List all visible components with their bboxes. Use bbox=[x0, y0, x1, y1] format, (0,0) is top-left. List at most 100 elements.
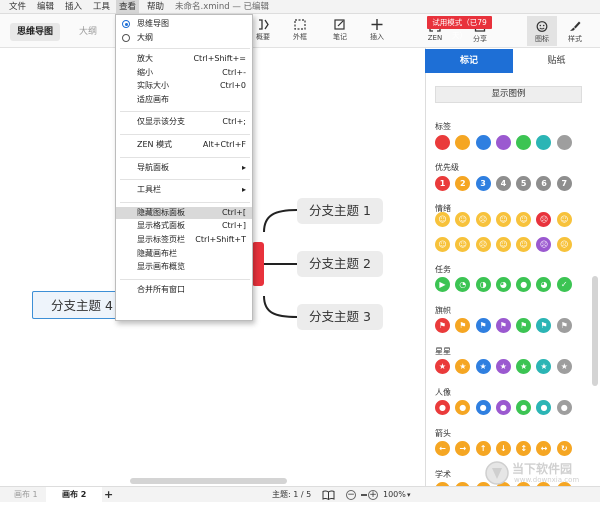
sheet-tab-2[interactable]: 画布 2 bbox=[46, 487, 103, 503]
view-menu-item[interactable]: 实际大小 Ctrl+0 bbox=[116, 80, 252, 92]
view-menu-item[interactable]: 仅显示该分支 Ctrl+; bbox=[116, 116, 252, 128]
view-menu-item[interactable]: 工具栏 ▸ bbox=[116, 184, 252, 196]
marker-icon[interactable]: 7 bbox=[556, 176, 572, 191]
view-menu-item[interactable]: 隐藏画布栏 bbox=[116, 248, 252, 260]
marker-icon[interactable]: ★ bbox=[516, 359, 532, 374]
marker-icon[interactable]: 2 bbox=[455, 176, 471, 191]
marker-icon[interactable]: ⚑ bbox=[455, 318, 471, 333]
vertical-scrollbar[interactable] bbox=[592, 276, 598, 386]
marker-icon[interactable]: ⚑ bbox=[495, 318, 511, 333]
topic-branch-3[interactable]: 分支主题 3 bbox=[297, 304, 383, 330]
marker-icon[interactable]: ◕ bbox=[536, 277, 552, 292]
marker-icon[interactable] bbox=[475, 135, 491, 150]
view-mode-0[interactable]: 思维导图 bbox=[116, 18, 252, 30]
view-menu-item[interactable]: 导航面板 ▸ bbox=[116, 162, 252, 174]
marker-icon[interactable] bbox=[495, 135, 511, 150]
zoom-out-button[interactable]: − bbox=[346, 490, 356, 500]
topic-branch-2[interactable]: 分支主题 2 bbox=[297, 251, 383, 277]
topic-branch-1[interactable]: 分支主题 1 bbox=[297, 198, 383, 224]
marker-icon[interactable]: ◔ bbox=[455, 277, 471, 292]
marker-icon[interactable]: ★ bbox=[536, 359, 552, 374]
marker-icon[interactable] bbox=[455, 135, 471, 150]
tab-stickers[interactable]: 贴纸 bbox=[513, 49, 600, 73]
trial-badge[interactable]: 试用模式（已79天） bbox=[427, 16, 492, 40]
marker-icon[interactable]: ↕ bbox=[516, 441, 532, 456]
sheet-tab-1[interactable]: 画布 1 bbox=[14, 487, 38, 503]
marker-icon[interactable]: ☺ bbox=[455, 212, 471, 227]
marker-icon[interactable]: ↻ bbox=[556, 441, 572, 456]
zoom-level[interactable]: 100% bbox=[383, 487, 406, 503]
marker-icon[interactable]: ● bbox=[475, 400, 491, 415]
marker-icon[interactable]: ↑ bbox=[475, 441, 491, 456]
marker-icon[interactable]: ● bbox=[495, 400, 511, 415]
view-menu-item[interactable]: 放大 Ctrl+Shift+= bbox=[116, 53, 252, 65]
marker-icon[interactable]: ● bbox=[435, 400, 450, 415]
marker-icon[interactable]: ⚑ bbox=[536, 318, 552, 333]
show-legend-button[interactable]: 显示图例 bbox=[435, 86, 582, 103]
marker-icon[interactable]: ☺ bbox=[556, 212, 572, 227]
view-menu-item[interactable]: 隐藏图标面板 Ctrl+[ bbox=[116, 206, 252, 219]
marker-icon[interactable]: 1 bbox=[435, 176, 450, 191]
marker-icon[interactable]: ☹ bbox=[556, 237, 572, 252]
marker-icon[interactable]: ☹ bbox=[536, 212, 552, 227]
book-icon[interactable] bbox=[322, 490, 335, 501]
marker-icon[interactable]: ← bbox=[435, 441, 450, 456]
marker-icon[interactable]: ★ bbox=[556, 359, 572, 374]
view-mode-1[interactable]: 大纲 bbox=[116, 32, 252, 44]
marker-icon[interactable]: ◑ bbox=[475, 277, 491, 292]
marker-icon[interactable]: → bbox=[455, 441, 471, 456]
marker-icon[interactable]: ↓ bbox=[495, 441, 511, 456]
marker-icon[interactable]: ☹ bbox=[536, 237, 552, 252]
marker-icon[interactable] bbox=[516, 135, 532, 150]
marker-icon[interactable]: ☺ bbox=[516, 237, 532, 252]
marker-icon[interactable]: ☺ bbox=[455, 237, 471, 252]
marker-icon[interactable]: 3 bbox=[475, 176, 491, 191]
marker-icon[interactable]: ◕ bbox=[495, 277, 511, 292]
view-menu-item[interactable]: 缩小 Ctrl+- bbox=[116, 67, 252, 79]
marker-icon[interactable]: ☺ bbox=[495, 212, 511, 227]
marker-icon[interactable]: ● bbox=[536, 400, 552, 415]
zoom-in-button[interactable]: + bbox=[368, 490, 378, 500]
marker-icon[interactable]: ☺ bbox=[435, 237, 450, 252]
marker-icon[interactable]: ↔ bbox=[536, 441, 552, 456]
marker-icon[interactable]: ☺ bbox=[516, 212, 532, 227]
marker-icon[interactable]: 5 bbox=[516, 176, 532, 191]
marker-icon[interactable]: ★ bbox=[435, 359, 450, 374]
marker-icon[interactable]: ● bbox=[516, 277, 532, 292]
view-menu-item[interactable]: 适应画布 bbox=[116, 94, 252, 106]
view-menu-item[interactable]: 显示画布概览 bbox=[116, 261, 252, 273]
marker-icon[interactable]: ★ bbox=[455, 359, 471, 374]
marker-icon[interactable]: ☺ bbox=[435, 212, 450, 227]
zoom-slider-handle[interactable] bbox=[361, 494, 367, 496]
view-menu-item[interactable]: ZEN 模式 Alt+Ctrl+F bbox=[116, 139, 252, 151]
tab-markers[interactable]: 标记 bbox=[425, 49, 513, 73]
marker-icon[interactable]: ⚑ bbox=[556, 318, 572, 333]
marker-icon[interactable]: ☹ bbox=[475, 212, 491, 227]
view-menu-item[interactable]: 显示标签页栏 Ctrl+Shift+T bbox=[116, 234, 252, 246]
marker-icon[interactable]: ✓ bbox=[556, 277, 572, 292]
marker-icon[interactable] bbox=[435, 135, 450, 150]
marker-icon[interactable]: ⚑ bbox=[435, 318, 450, 333]
view-menu-item[interactable]: 合并所有窗口 bbox=[116, 284, 252, 296]
marker-icon[interactable]: ● bbox=[455, 400, 471, 415]
horizontal-scrollbar[interactable] bbox=[130, 478, 287, 484]
central-topic-edge[interactable] bbox=[252, 242, 264, 286]
marker-icon[interactable] bbox=[556, 135, 572, 150]
marker-icon[interactable] bbox=[536, 135, 552, 150]
add-sheet-button[interactable]: + bbox=[104, 487, 113, 503]
marker-icon[interactable]: ⚑ bbox=[475, 318, 491, 333]
marker-icon[interactable]: 6 bbox=[536, 176, 552, 191]
marker-icon[interactable]: ⚑ bbox=[516, 318, 532, 333]
icons-panel-button[interactable]: 图标 bbox=[527, 16, 557, 46]
view-menu-item[interactable]: 显示格式面板 Ctrl+] bbox=[116, 220, 252, 232]
style-button[interactable]: 样式 bbox=[560, 16, 590, 46]
marker-icon[interactable]: ★ bbox=[475, 359, 491, 374]
marker-icon[interactable]: ☹ bbox=[475, 237, 491, 252]
marker-icon[interactable]: 4 bbox=[495, 176, 511, 191]
marker-icon[interactable]: ★ bbox=[495, 359, 511, 374]
marker-icon[interactable]: ● bbox=[556, 400, 572, 415]
marker-icon[interactable]: ▶ bbox=[435, 277, 450, 292]
marker-icon[interactable]: ☺ bbox=[495, 237, 511, 252]
zoom-chevron-icon[interactable]: ▾ bbox=[407, 487, 411, 503]
marker-icon[interactable]: ● bbox=[516, 400, 532, 415]
